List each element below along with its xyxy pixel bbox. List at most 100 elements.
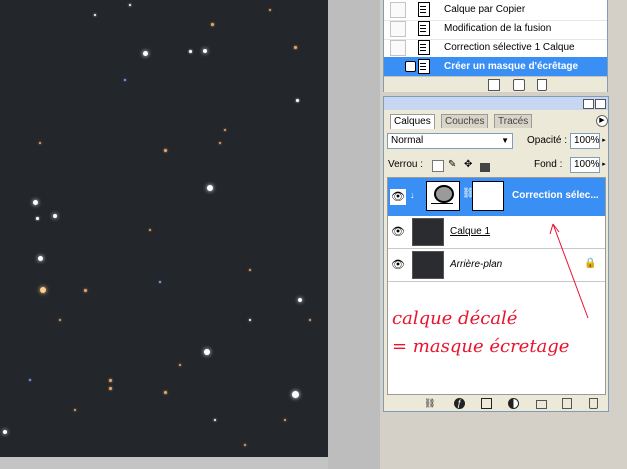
fill-value: 100% [574, 159, 600, 170]
layer-thumbnail[interactable] [412, 218, 444, 246]
eye-icon[interactable]: 👁 [390, 224, 406, 240]
star [293, 45, 297, 49]
history-brush-source-checkbox[interactable] [390, 21, 406, 37]
star [83, 288, 87, 292]
lock-icon: 🔒 [584, 258, 597, 269]
star [124, 79, 126, 81]
layer-row-correction[interactable]: 👁 ↓ ⛓ Correction sélec... [388, 178, 605, 217]
star [298, 298, 302, 302]
group-folder-icon[interactable] [536, 400, 547, 409]
history-item[interactable]: Calque par Copier [384, 0, 607, 21]
star [203, 49, 207, 53]
eye-icon[interactable]: 👁 [390, 189, 406, 205]
star [295, 98, 299, 102]
history-brush-source-checkbox[interactable] [390, 40, 406, 56]
annotation-line-2: = masque écretage [392, 336, 570, 357]
fill-stepper-icon[interactable]: ▸ [600, 158, 608, 172]
history-item-label: Calque par Copier [444, 4, 526, 15]
history-brush-icon [405, 61, 416, 72]
tab-couches[interactable]: Couches [441, 114, 489, 128]
star [163, 390, 167, 394]
workspace-background [328, 0, 380, 469]
trash-icon[interactable] [537, 79, 547, 91]
star [29, 379, 31, 381]
opacity-stepper-icon[interactable]: ▸ [600, 134, 608, 148]
tab-calques[interactable]: Calques [390, 114, 435, 129]
star [204, 349, 210, 355]
lock-brush-icon[interactable]: ✎ [448, 160, 458, 170]
layer-list: 👁 ↓ ⛓ Correction sélec... 👁 Calque 1 👁 A… [387, 177, 606, 395]
layers-footer: ⛓ ƒ [384, 396, 608, 411]
window-edge [612, 0, 627, 469]
blend-mode-select[interactable]: Normal ▼ [387, 133, 513, 149]
adjustment-layer-thumbnail[interactable] [426, 181, 460, 211]
close-icon[interactable] [595, 99, 606, 109]
opacity-input[interactable]: 100% [570, 133, 600, 149]
star [108, 386, 112, 390]
history-item-label: Créer un masque d'écrêtage [444, 61, 579, 72]
history-item-selected[interactable]: Créer un masque d'écrêtage [384, 57, 607, 78]
history-item[interactable]: Correction sélective 1 Calque [384, 38, 607, 59]
star [149, 229, 151, 231]
annotation-line-1: calque décalé [392, 308, 518, 329]
fx-icon[interactable]: ƒ [454, 398, 465, 409]
layer-row-background[interactable]: 👁 Arrière-plan 🔒 [388, 249, 605, 282]
clipping-arrow-icon: ↓ [410, 190, 415, 200]
star [163, 148, 167, 152]
star [129, 4, 131, 6]
star [224, 129, 226, 131]
lock-all-icon[interactable] [480, 163, 490, 172]
history-step-icon [416, 59, 432, 74]
history-brush-source-checkbox[interactable] [390, 59, 406, 75]
blend-mode-value: Normal [391, 135, 424, 146]
minimize-icon[interactable] [583, 99, 594, 109]
star [214, 419, 216, 421]
star [37, 255, 43, 261]
star [3, 430, 7, 434]
star [159, 281, 161, 283]
chevron-down-icon: ▼ [501, 136, 509, 145]
history-item[interactable]: Modification de la fusion [384, 19, 607, 40]
mask-icon[interactable] [481, 398, 492, 409]
layers-panel: Calques Couches Tracés ▶ Normal ▼ Opacit… [383, 96, 609, 412]
link-icon[interactable]: ⛓ [424, 398, 435, 409]
star [207, 185, 213, 191]
star [249, 269, 251, 271]
star [249, 319, 251, 321]
star [59, 319, 61, 321]
star [269, 9, 271, 11]
layer-row-calque-1[interactable]: 👁 Calque 1 [388, 216, 605, 249]
panel-menu-icon[interactable]: ▶ [596, 115, 608, 127]
star [244, 444, 246, 446]
lock-transparency-icon[interactable] [432, 160, 444, 172]
history-step-icon [416, 2, 432, 17]
star [142, 50, 148, 56]
lock-move-icon[interactable]: ✥ [464, 160, 474, 170]
snapshot-icon[interactable] [513, 79, 525, 91]
new-layer-icon[interactable] [562, 398, 572, 409]
history-step-icon [416, 21, 432, 36]
layer-mask-thumbnail[interactable] [472, 181, 504, 211]
history-brush-source-checkbox[interactable] [390, 2, 406, 18]
eye-icon[interactable]: 👁 [390, 257, 406, 273]
layer-name: Calque 1 [450, 226, 491, 237]
fill-input[interactable]: 100% [570, 157, 600, 173]
image-canvas[interactable] [0, 0, 328, 457]
star [284, 419, 286, 421]
star [53, 214, 57, 218]
trash-icon[interactable] [589, 398, 598, 409]
new-document-icon[interactable] [488, 79, 500, 91]
adjustment-icon[interactable] [508, 398, 519, 409]
star [40, 287, 46, 293]
star [210, 22, 214, 26]
star [35, 216, 39, 220]
history-panel: Calque par Copier Modification de la fus… [383, 0, 608, 92]
opacity-value: 100% [574, 135, 600, 146]
layer-name: Arrière-plan [450, 259, 503, 270]
star [32, 199, 38, 205]
tab-traces[interactable]: Tracés [494, 114, 533, 128]
panel-titlebar[interactable] [384, 97, 608, 110]
history-step-icon [416, 40, 432, 55]
layer-name: Correction sélec... [512, 190, 599, 201]
layer-thumbnail[interactable] [412, 251, 444, 279]
